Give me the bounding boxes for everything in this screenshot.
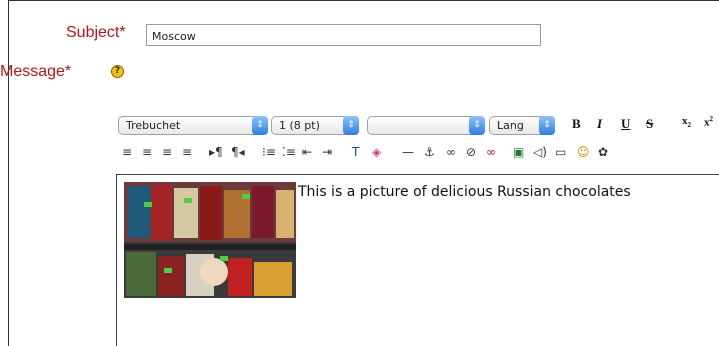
- required-star: *: [119, 24, 126, 41]
- nolink-icon[interactable]: ∞: [486, 145, 496, 161]
- select-arrow-icon: ⇕: [469, 116, 485, 135]
- editor-text: This is a picture of delicious Russian c…: [298, 184, 631, 200]
- image-icon[interactable]: ▣: [513, 145, 524, 161]
- ordered-list-icon[interactable]: ⁝≡: [262, 145, 276, 161]
- subject-label: Subject*: [66, 24, 126, 42]
- format-select[interactable]: ⇕: [367, 116, 485, 135]
- italic-button[interactable]: I: [597, 116, 602, 132]
- bold-button[interactable]: B: [572, 116, 581, 132]
- ltr-icon[interactable]: ▸¶: [209, 145, 223, 161]
- select-arrow-icon: ⇕: [252, 116, 268, 135]
- outdent-icon[interactable]: ⇤: [302, 145, 312, 161]
- link-icon[interactable]: ∞: [446, 145, 456, 161]
- lang-select[interactable]: Lang ⇕: [489, 116, 555, 135]
- align-center-icon[interactable]: ≡: [142, 145, 152, 161]
- justify-icon[interactable]: ≡: [182, 145, 192, 161]
- table-icon[interactable]: ▭: [555, 145, 566, 161]
- font-size-value: 1 (8 pt): [279, 119, 320, 132]
- font-family-select[interactable]: Trebuchet ⇕: [118, 116, 268, 135]
- select-arrow-icon: ⇕: [539, 116, 555, 135]
- lang-value: Lang: [497, 119, 524, 132]
- unordered-list-icon[interactable]: ⁚≡: [282, 145, 296, 161]
- font-size-select[interactable]: 1 (8 pt) ⇕: [271, 116, 359, 135]
- smiley-icon[interactable]: ☺: [577, 145, 590, 161]
- align-right-icon[interactable]: ≡: [162, 145, 172, 161]
- underline-button[interactable]: U: [621, 116, 630, 132]
- horizontal-rule-icon[interactable]: —: [402, 145, 414, 161]
- help-icon[interactable]: ?: [111, 65, 124, 78]
- indent-icon[interactable]: ⇥: [322, 145, 332, 161]
- align-left-icon[interactable]: ≡: [122, 145, 132, 161]
- required-star: *: [64, 63, 72, 80]
- rtl-icon[interactable]: ¶◂: [231, 145, 245, 161]
- media-icon[interactable]: ◁): [533, 145, 547, 161]
- background-color-icon[interactable]: ◈: [372, 145, 381, 161]
- subject-label-text: Subject: [66, 24, 120, 41]
- message-label-text: Message: [0, 63, 65, 80]
- anchor-icon[interactable]: ⚓: [424, 145, 435, 161]
- subscript-icon[interactable]: x2: [682, 115, 691, 129]
- chocolate-photo: [124, 182, 296, 298]
- message-label: Message*: [0, 63, 71, 81]
- superscript-icon[interactable]: x2: [704, 115, 713, 129]
- special-char-icon[interactable]: ✿: [598, 145, 608, 161]
- strikethrough-button[interactable]: S: [646, 116, 653, 132]
- text-color-icon[interactable]: T: [352, 145, 359, 161]
- unlink-icon[interactable]: ⊘: [466, 145, 476, 161]
- select-arrow-icon: ⇕: [343, 116, 359, 135]
- font-family-value: Trebuchet: [126, 119, 181, 132]
- subject-input[interactable]: Moscow: [146, 24, 541, 46]
